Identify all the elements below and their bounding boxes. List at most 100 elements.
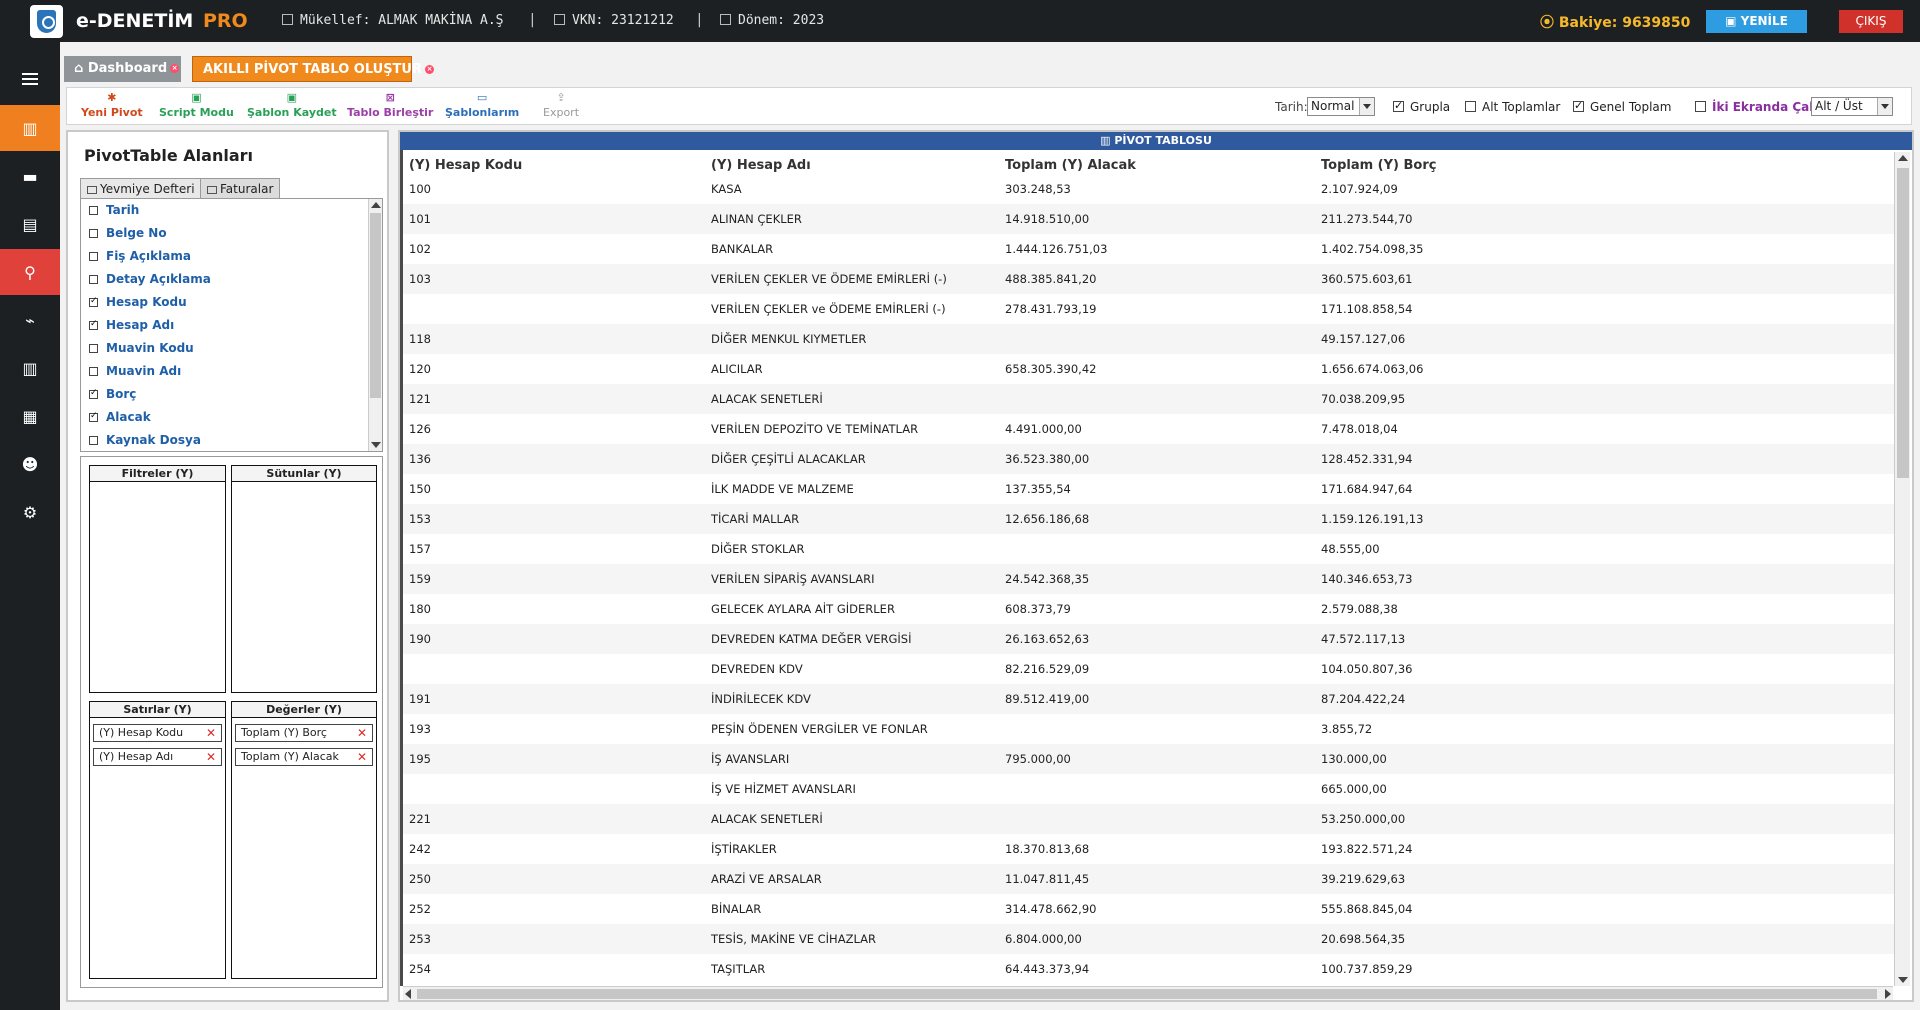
table-row[interactable]: DEVREDEN KDV 82.216.529,09 104.050.807,36 [403,654,1897,684]
table-row[interactable]: 101 ALINAN ÇEKLER 14.918.510,00 211.273.544… [403,204,1897,234]
search-icon[interactable]: ⚲ [0,249,60,295]
rows-zone[interactable]: Satırlar (Y) (Y) Hesap Kodu ✕ (Y) Hesap A… [89,701,226,979]
field-item[interactable]: Borç [89,387,136,401]
field-item[interactable]: Fiş Açıklama [89,249,191,263]
logout-button[interactable]: ÇIKIŞ [1839,10,1903,33]
date-mode-select[interactable]: Normal [1307,97,1375,116]
value-field-chip[interactable]: Toplam (Y) Alacak ✕ [235,748,373,766]
checkbox-box[interactable] [89,252,98,261]
scroll-thumb[interactable] [1897,168,1909,478]
table-row[interactable]: 221 ALACAK SENETLERİ 53.250.000,00 [403,804,1897,834]
scroll-left-icon[interactable] [405,989,411,999]
merge-tables-button[interactable]: ⊠ Tablo Birleştir [347,92,433,120]
checkbox-box[interactable] [1465,101,1476,112]
menu-icon[interactable] [0,56,60,102]
users-icon[interactable]: ☻ [0,441,60,487]
scroll-up-icon[interactable] [371,202,381,208]
column-header[interactable]: (Y) Hesap Adı [711,158,811,173]
table-row[interactable]: 180 GELECEK AYLARA AİT GİDERLER 608.373,79… [403,594,1897,624]
field-item[interactable]: Muavin Adı [89,364,181,378]
table-row[interactable]: İŞ VE HİZMET AVANSLARI 665.000,00 [403,774,1897,804]
table-row[interactable]: 190 DEVREDEN KATMA DEĞER VERGİSİ 26.163.65… [403,624,1897,654]
checkbox-box[interactable] [1695,101,1706,112]
table-row[interactable]: 121 ALACAK SENETLERİ 70.038.209,95 [403,384,1897,414]
checkbox-box[interactable] [1393,99,1404,112]
tab-dashboard[interactable]: ⌂ Dashboard × [64,56,181,82]
table-row[interactable]: 150 İLK MADDE VE MALZEME 137.355,54 171.684… [403,474,1897,504]
briefcase-icon[interactable]: ▬ [0,153,60,199]
checkbox-box[interactable] [89,319,98,330]
checkbox-box[interactable] [89,206,98,215]
field-item[interactable]: Hesap Adı [89,318,174,332]
table-row[interactable]: 100 KASA 303.248,53 2.107.924,09 [403,174,1897,204]
table-row[interactable]: 118 DİĞER MENKUL KIYMETLER 49.157.127,06 [403,324,1897,354]
tab-invoices[interactable]: Faturalar [200,178,281,200]
checkbox-box[interactable] [89,229,98,238]
subtotals-checkbox[interactable]: Alt Toplamlar [1465,100,1560,114]
scroll-down-icon[interactable] [371,442,381,448]
row-field-chip[interactable]: (Y) Hesap Adı ✕ [93,748,222,766]
checkbox-box[interactable] [1573,99,1584,112]
table-row[interactable]: 253 TESİS, MAKİNE VE CİHAZLAR 6.804.000,00… [403,924,1897,954]
document-icon[interactable]: ▤ [0,201,60,247]
scroll-down-icon[interactable] [1898,977,1908,983]
remove-icon[interactable]: ✕ [206,749,216,765]
remove-icon[interactable]: ✕ [206,725,216,741]
field-item[interactable]: Hesap Kodu [89,295,187,309]
table-row[interactable]: VERİLEN ÇEKLER ve ÖDEME EMİRLERİ (-) 278.… [403,294,1897,324]
column-header[interactable]: Toplam (Y) Alacak [1005,158,1136,173]
table-row[interactable]: 191 İNDİRİLECEK KDV 89.512.419,00 87.204.42… [403,684,1897,714]
tab-journal[interactable]: Yevmiye Defteri [80,178,202,200]
table-row[interactable]: 250 ARAZİ VE ARSALAR 11.047.811,45 39.219.6… [403,864,1897,894]
chart-icon[interactable]: ⌁ [0,297,60,343]
close-icon[interactable]: × [170,64,180,73]
my-templates-button[interactable]: ▭ Şablonlarım [445,92,519,120]
scroll-thumb[interactable] [417,989,1877,999]
checkbox-box[interactable] [89,411,98,422]
column-header[interactable]: Toplam (Y) Borç [1321,158,1436,173]
table-row[interactable]: 103 VERİLEN ÇEKLER VE ÖDEME EMİRLERİ (-) 4… [403,264,1897,294]
checkbox-box[interactable] [89,388,98,399]
close-icon[interactable]: × [425,65,434,74]
values-zone[interactable]: Değerler (Y) Toplam (Y) Borç ✕ Toplam (Y)… [231,701,377,979]
checkbox-box[interactable] [89,275,98,284]
table-row[interactable]: 159 VERİLEN SİPARİŞ AVANSLARI 24.542.368,3… [403,564,1897,594]
columns-zone[interactable]: Sütunlar (Y) [231,465,377,693]
field-list-scrollbar[interactable] [368,199,382,451]
scroll-up-icon[interactable] [1898,155,1908,161]
field-item[interactable]: Belge No [89,226,167,240]
table-icon[interactable]: ▥ [0,345,60,391]
table-row[interactable]: 193 PEŞİN ÖDENEN VERGİLER VE FONLAR 3.855,… [403,714,1897,744]
export-button[interactable]: ⇪ Export [543,92,579,120]
files-icon[interactable]: ▦ [0,393,60,439]
table-row[interactable]: 120 ALICILAR 658.305.390,42 1.656.674.063,0… [403,354,1897,384]
table-row[interactable]: 102 BANKALAR 1.444.126.751,03 1.402.754.098… [403,234,1897,264]
save-template-button[interactable]: ▣ Şablon Kaydet [247,92,337,120]
value-field-chip[interactable]: Toplam (Y) Borç ✕ [235,724,373,742]
checkbox-box[interactable] [89,436,98,445]
scroll-thumb[interactable] [370,213,381,398]
table-vertical-scrollbar[interactable] [1894,152,1910,986]
checkbox-box[interactable] [89,344,98,353]
group-checkbox[interactable]: Grupla [1393,99,1450,114]
scroll-right-icon[interactable] [1885,989,1891,999]
script-mode-button[interactable]: ▣ Script Modu [159,92,234,120]
refresh-button[interactable]: ▣ YENİLE [1706,10,1807,33]
table-row[interactable]: 195 İŞ AVANSLARI 795.000,00 130.000,00 [403,744,1897,774]
table-row[interactable]: 136 DİĞER ÇEŞİTLİ ALACAKLAR 36.523.380,00 1… [403,444,1897,474]
field-item[interactable]: Tarih [89,203,139,217]
table-row[interactable]: 254 TAŞITLAR 64.443.373,94 100.737.859,29 [403,954,1897,984]
checkbox-box[interactable] [89,367,98,376]
field-item[interactable]: Muavin Kodu [89,341,194,355]
column-header[interactable]: (Y) Hesap Kodu [409,158,522,173]
remove-icon[interactable]: ✕ [357,725,367,741]
field-item[interactable]: Kaynak Dosya [89,433,201,447]
table-row[interactable]: 242 İŞTİRAKLER 18.370.813,68 193.822.571,24 [403,834,1897,864]
settings-icon[interactable]: ⚙ [0,489,60,535]
remove-icon[interactable]: ✕ [357,749,367,765]
row-field-chip[interactable]: (Y) Hesap Kodu ✕ [93,724,222,742]
table-row[interactable]: 252 BİNALAR 314.478.662,90 555.868.845,04 [403,894,1897,924]
grand-total-checkbox[interactable]: Genel Toplam [1573,99,1671,114]
table-row[interactable]: 126 VERİLEN DEPOZİTO VE TEMİNATLAR 4.491.0… [403,414,1897,444]
dashboard-icon[interactable]: ▥ [0,105,60,151]
